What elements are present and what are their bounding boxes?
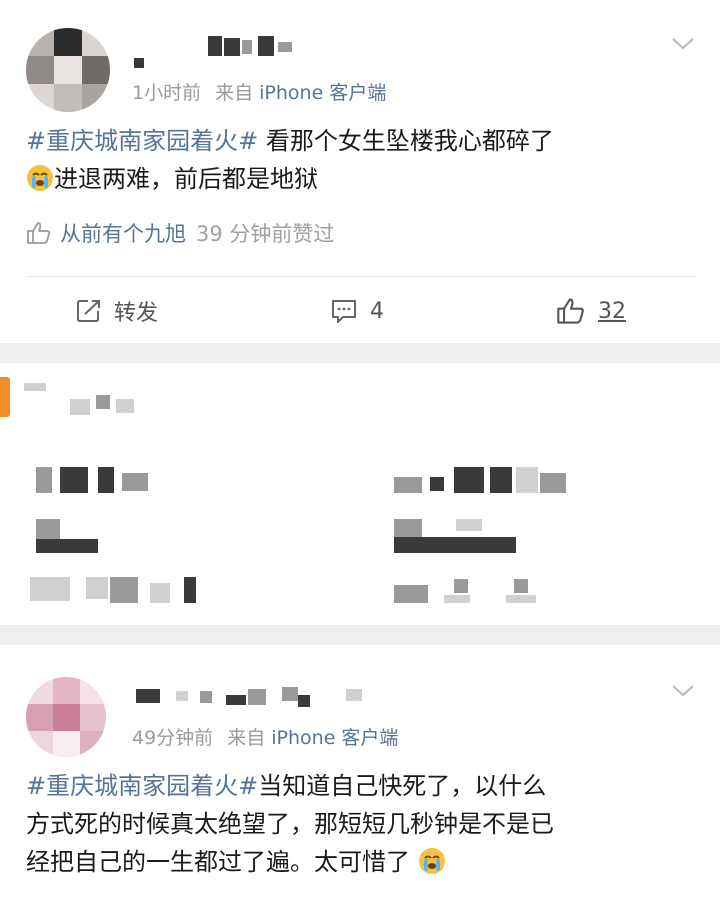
redacted-block xyxy=(454,579,468,593)
post-card-1: 1小时前 来自 iPhone 客户端 #重庆城南家园着火# 看那个女生坠楼我心都碎… xyxy=(0,0,720,343)
like-count: 32 xyxy=(598,298,626,324)
post-card-2: 49分钟前 来自 iPhone 客户端 #重庆城南家园着火#当知道自己快死了，以什… xyxy=(0,645,720,905)
post-client[interactable]: iPhone 客户端 xyxy=(259,82,386,104)
redacted-block xyxy=(394,585,428,603)
redacted-block xyxy=(36,539,98,553)
redacted-block xyxy=(24,383,46,391)
accent-marker xyxy=(0,377,10,417)
crying-face-emoji xyxy=(418,848,445,874)
redacted-block xyxy=(514,579,528,593)
avatar[interactable] xyxy=(26,28,110,112)
topic-link[interactable]: #重庆城南家园着火# xyxy=(26,772,258,800)
redacted-block xyxy=(116,399,134,413)
username-redacted[interactable] xyxy=(132,36,302,68)
redacted-block xyxy=(394,537,516,553)
post-time: 1小时前 xyxy=(132,82,202,104)
repost-button[interactable]: 转发 xyxy=(76,290,158,332)
post-text: #重庆城南家园着火# 看那个女生坠楼我心都碎了 进退两难，前后都是地狱 xyxy=(26,122,696,198)
redacted-block xyxy=(36,467,52,493)
redacted-block xyxy=(444,595,470,603)
post-time: 49分钟前 xyxy=(132,727,214,749)
redacted-block xyxy=(430,477,444,491)
redacted-block xyxy=(516,467,538,493)
divider xyxy=(26,276,696,277)
redacted-block xyxy=(454,467,484,493)
like-button[interactable]: 32 xyxy=(556,290,626,332)
redacted-block xyxy=(30,577,70,601)
redacted-block xyxy=(490,467,512,493)
redacted-block xyxy=(456,519,482,531)
repost-label: 转发 xyxy=(114,301,159,326)
post-meta: 49分钟前 来自 iPhone 客户端 xyxy=(132,723,398,750)
username-redacted[interactable] xyxy=(132,687,432,707)
redacted-block xyxy=(36,519,60,539)
redacted-block xyxy=(394,519,422,537)
card-separator xyxy=(0,625,720,645)
redacted-block xyxy=(98,467,114,493)
liked-time: 39 分钟前赞过 xyxy=(196,222,335,246)
redacted-block xyxy=(184,577,196,603)
chevron-down-icon[interactable] xyxy=(670,30,696,56)
like-icon xyxy=(27,222,51,244)
redacted-block xyxy=(540,473,566,493)
post-text-line2: 方式死的时候真太绝望了，那短短几秒钟是不是已 xyxy=(26,810,554,838)
redacted-block xyxy=(70,399,90,415)
redacted-block xyxy=(394,477,422,493)
post-source: 来自 xyxy=(215,82,254,104)
redacted-block xyxy=(122,473,148,491)
post-text-line1: 当知道自己快死了，以什么 xyxy=(258,772,547,800)
like-icon xyxy=(557,298,584,324)
redacted-block xyxy=(506,595,536,603)
topic-link[interactable]: #重庆城南家园着火# xyxy=(26,127,258,155)
comment-count: 4 xyxy=(370,298,384,324)
liked-by: 从前有个九旭 39 分钟前赞过 xyxy=(26,218,334,248)
comment-icon xyxy=(332,300,356,323)
post-text: #重庆城南家园着火#当知道自己快死了，以什么 方式死的时候真太绝望了，那短短几秒… xyxy=(26,767,696,881)
post-text-line2: 进退两难，前后都是地狱 xyxy=(54,165,318,193)
comment-button[interactable]: 4 xyxy=(330,290,384,332)
redacted-block xyxy=(110,577,138,603)
crying-face-emoji xyxy=(27,165,53,191)
avatar[interactable] xyxy=(26,677,106,757)
redacted-block xyxy=(150,583,170,603)
redacted-block xyxy=(60,467,88,493)
liker-name[interactable]: 从前有个九旭 xyxy=(60,222,186,246)
redacted-block xyxy=(96,395,110,409)
post-client[interactable]: iPhone 客户端 xyxy=(271,727,398,749)
card-separator xyxy=(0,343,720,363)
post-text-line3: 经把自己的一生都过了遍。太可惜了 xyxy=(26,848,410,876)
action-bar: 转发 4 32 xyxy=(0,290,720,332)
redacted-block xyxy=(86,577,108,599)
post-text-line1: 看那个女生坠楼我心都碎了 xyxy=(258,127,554,155)
redacted-recommendation-card[interactable] xyxy=(0,363,720,625)
post-meta: 1小时前 来自 iPhone 客户端 xyxy=(132,78,386,105)
post-source: 来自 xyxy=(227,727,266,749)
repost-icon xyxy=(77,300,100,322)
chevron-down-icon[interactable] xyxy=(670,677,696,703)
